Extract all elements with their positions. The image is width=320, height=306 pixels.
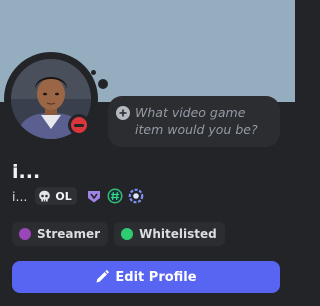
thought-bubble-dot-small	[91, 70, 96, 75]
edit-profile-button[interactable]: Edit Profile	[12, 261, 280, 293]
hashtag-badge-icon[interactable]	[107, 188, 123, 204]
clan-tag[interactable]: OL	[35, 187, 77, 205]
custom-status-bubble[interactable]: What video game item would you be?	[108, 96, 280, 147]
add-status-icon	[116, 106, 130, 120]
roles-list: Streamer Whitelisted	[12, 222, 231, 246]
do-not-disturb-icon	[71, 117, 87, 133]
quest-badge-icon[interactable]	[128, 188, 144, 204]
skull-icon	[39, 190, 51, 201]
profile-card: What video game item would you be? i... …	[0, 0, 295, 306]
display-name: i...	[12, 161, 41, 183]
role-color-dot	[19, 228, 31, 240]
status-indicator	[68, 114, 90, 136]
role-color-dot	[121, 228, 134, 240]
thought-bubble-dot-large	[98, 79, 108, 89]
custom-status-placeholder: What video game item would you be?	[135, 105, 258, 137]
role-label: Streamer	[37, 227, 101, 241]
pencil-icon	[96, 270, 110, 283]
avatar-wrapper[interactable]	[4, 52, 98, 146]
role-streamer[interactable]: Streamer	[12, 222, 109, 246]
username: i...	[12, 188, 28, 204]
username-row: i... OL	[12, 186, 149, 206]
edit-profile-label: Edit Profile	[115, 269, 197, 285]
role-whitelisted[interactable]: Whitelisted	[114, 222, 225, 246]
role-label: Whitelisted	[139, 227, 217, 241]
nitro-badge-icon[interactable]	[86, 188, 102, 204]
clan-tag-label: OL	[55, 189, 72, 203]
